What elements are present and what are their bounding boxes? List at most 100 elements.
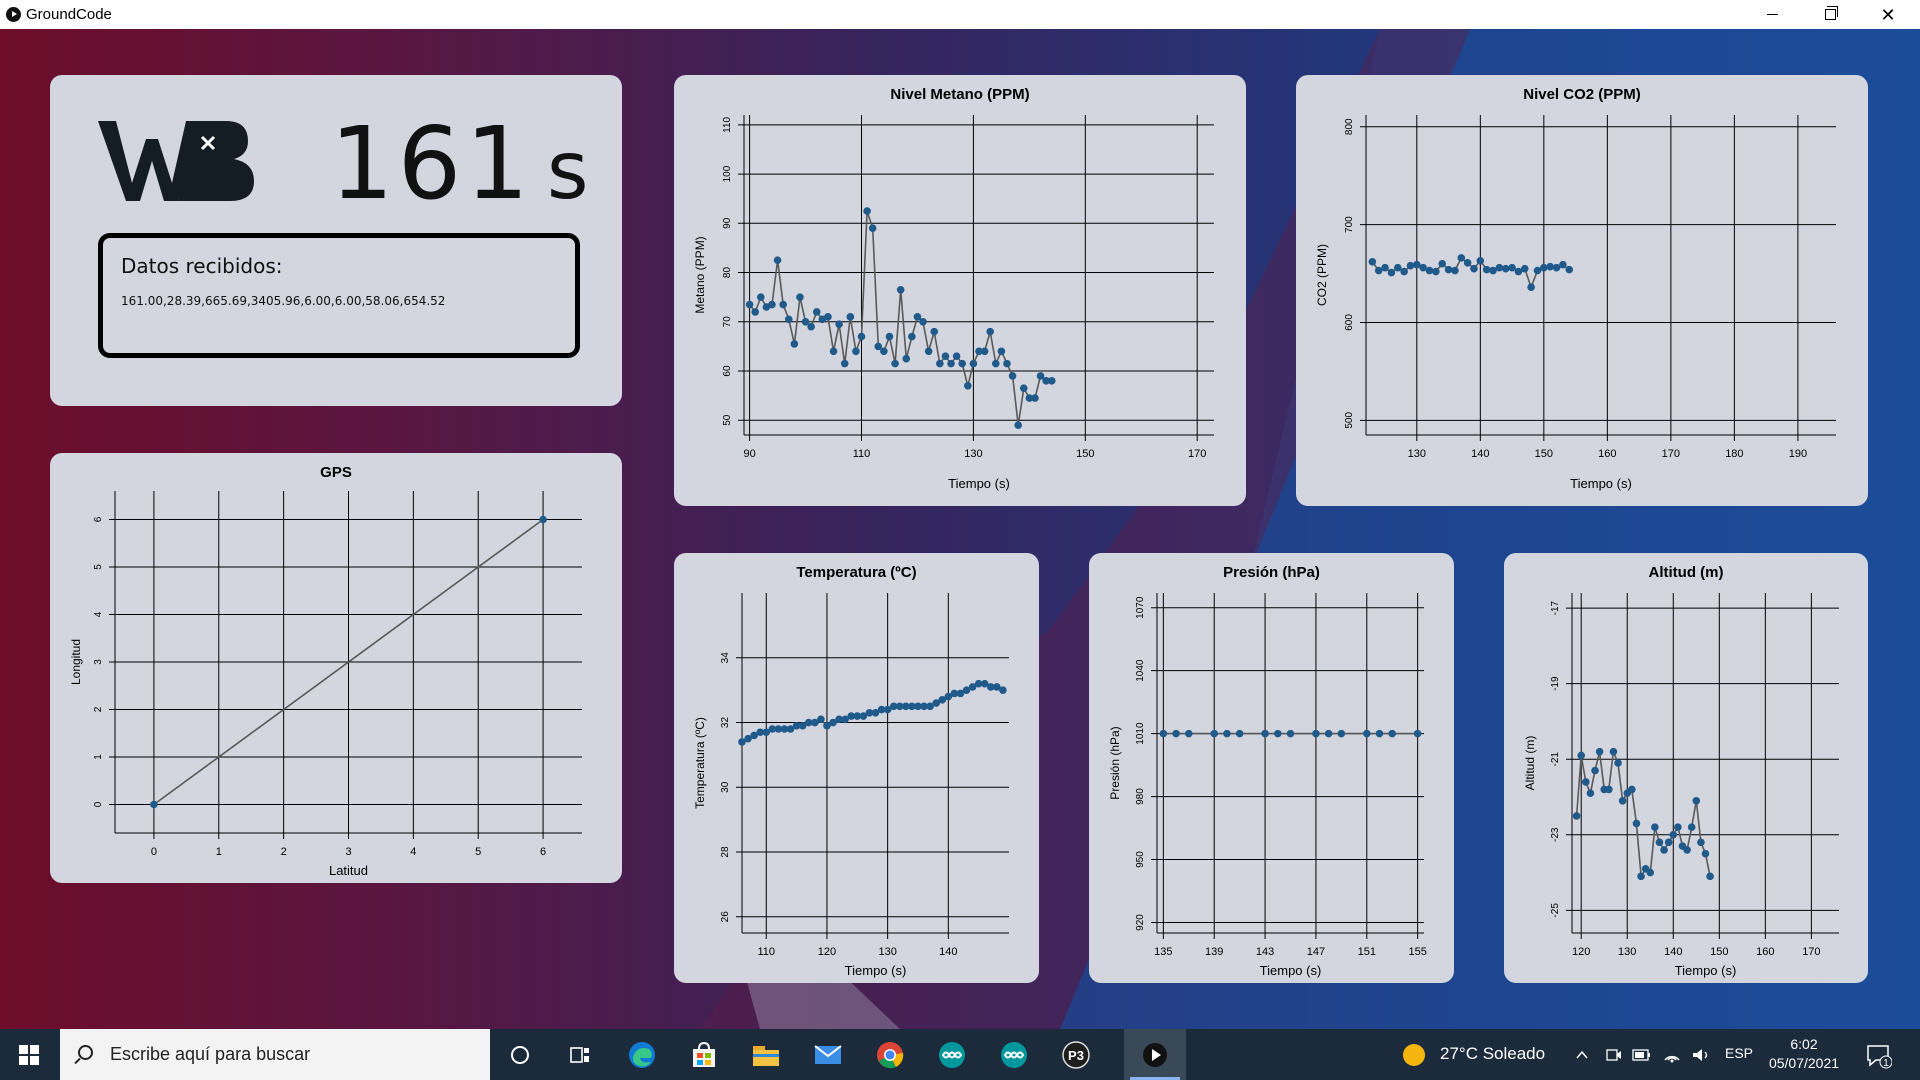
close-icon: ✕ [1880,4,1896,25]
elapsed-time-unit: s [546,124,593,217]
task-view-icon[interactable] [562,1037,598,1073]
windows-taskbar: Escribe aquí para buscar P3 27°C Soleado [0,1029,1920,1080]
data-point [1628,785,1636,794]
y-tick-label: 920 [1135,914,1146,931]
start-button[interactable] [0,1029,58,1080]
arduino-icon[interactable] [934,1037,970,1073]
data-point [768,300,776,309]
altitud-card: Altitud (m) 120 130 140 150 160 170 -17 -19 -21 -… [1504,553,1868,983]
data-point [817,715,825,724]
data-point [1008,372,1017,380]
data-point [1501,264,1510,273]
data-point [1312,729,1320,738]
file-explorer-icon[interactable] [748,1037,784,1073]
data-point [1660,846,1668,854]
data-point [829,347,838,356]
data-point [756,293,765,301]
received-data-box: Datos recibidos: 161.00,28.39,665.69,340… [98,233,580,358]
metano-card: Nivel Metano (PPM) 90 110 130 150 170 50 60 70 8… [674,75,1246,506]
data-point [539,515,547,524]
x-tick-label: 0 [151,846,157,858]
x-tick-label: 180 [1725,448,1743,460]
search-input[interactable]: Escribe aquí para buscar [60,1029,490,1080]
data-point [1381,263,1389,272]
y-tick-label: -21 [1550,752,1561,767]
y-tick-label: 80 [722,267,733,279]
data-point [1701,849,1710,858]
altitud-chart-title: Altitud (m) [1648,564,1724,581]
data-point [1014,421,1022,429]
y-axis-label: Altitud (m) [1523,736,1537,791]
system-clock[interactable]: 6:02 05/07/2021 [1764,1035,1844,1073]
arduino-icon-2[interactable] [996,1037,1032,1073]
gps-chart: 0 1 2 3 4 5 6 0 1 2 3 4 5 6 Latitud Longitud [69,491,582,878]
edge-icon[interactable] [624,1037,660,1073]
weather-icon[interactable] [1396,1037,1432,1073]
mail-icon[interactable] [810,1037,846,1073]
data-point [1388,729,1397,738]
info-card: 161 s Datos recibidos: 161.00,28.39,665.6… [50,75,622,406]
data-point [958,359,967,368]
notification-center-icon[interactable]: 1 [1860,1037,1896,1073]
search-icon [78,1045,93,1060]
volume-icon[interactable] [1683,1037,1719,1073]
x-tick-label: 90 [743,448,755,460]
data-point [1400,267,1408,276]
y-tick-label: 100 [722,165,733,182]
data-point [924,347,933,356]
y-axis-label: CO2 (PPM) [1315,244,1329,306]
x-tick-label: 1 [216,846,222,858]
x-tick-label: 120 [818,946,836,958]
x-tick-label: 140 [1664,946,1682,958]
groundcode-icon[interactable] [1137,1037,1173,1073]
minimize-button[interactable] [1743,0,1801,29]
x-tick-label: 130 [1408,448,1426,460]
data-point [835,320,843,329]
data-point [1540,263,1548,272]
data-point [1184,729,1193,738]
weather-text[interactable]: 27°C Soleado [1440,1044,1545,1064]
data-point [1482,265,1491,274]
data-point [885,332,894,341]
language-indicator[interactable]: ESP [1725,1045,1753,1061]
data-point [1637,872,1645,881]
data-point [964,381,972,390]
y-tick-label: 5 [93,564,104,570]
data-point [1261,729,1269,738]
temperatura-chart: 110 120 130 140 26 28 30 32 34 Tiempo (s) Temperat… [693,593,1009,978]
data-point [1520,264,1529,273]
y-tick-label: 500 [1344,412,1355,429]
y-axis-label: Temperatura (ºC) [693,717,707,809]
data-point [852,347,860,356]
chevron-up-icon[interactable] [1564,1037,1600,1073]
y-tick-label: 110 [722,116,733,132]
x-tick-label: 2 [281,846,287,858]
x-tick-label: 190 [1789,448,1807,460]
app-background: 161 s Datos recibidos: 161.00,28.39,665.6… [0,29,1920,1029]
processing-icon[interactable]: P3 [1058,1037,1094,1073]
data-point [1669,830,1678,839]
y-tick-label: 0 [93,801,104,807]
data-point [1632,819,1641,828]
chrome-icon[interactable] [872,1037,908,1073]
cortana-icon[interactable] [502,1037,538,1073]
data-point [902,354,911,363]
data-point [930,327,939,336]
y-tick-label: 70 [722,316,733,328]
y-tick-label: 32 [720,717,731,729]
data-point [880,347,888,356]
y-tick-label: 600 [1344,314,1355,331]
data-point [1438,259,1447,268]
store-icon[interactable] [686,1037,722,1073]
x-tick-label: 160 [1756,946,1774,958]
y-tick-label: 3 [93,659,104,665]
data-point [1432,267,1440,276]
close-button[interactable]: ✕ [1859,0,1917,29]
x-tick-label: 143 [1256,946,1274,958]
temperatura-chart-title: Temperatura (ºC) [796,564,917,581]
data-point [1019,384,1028,393]
data-point [1451,266,1459,275]
data-point [150,800,158,809]
y-tick-label: 700 [1344,216,1355,233]
restore-button[interactable] [1801,0,1859,29]
